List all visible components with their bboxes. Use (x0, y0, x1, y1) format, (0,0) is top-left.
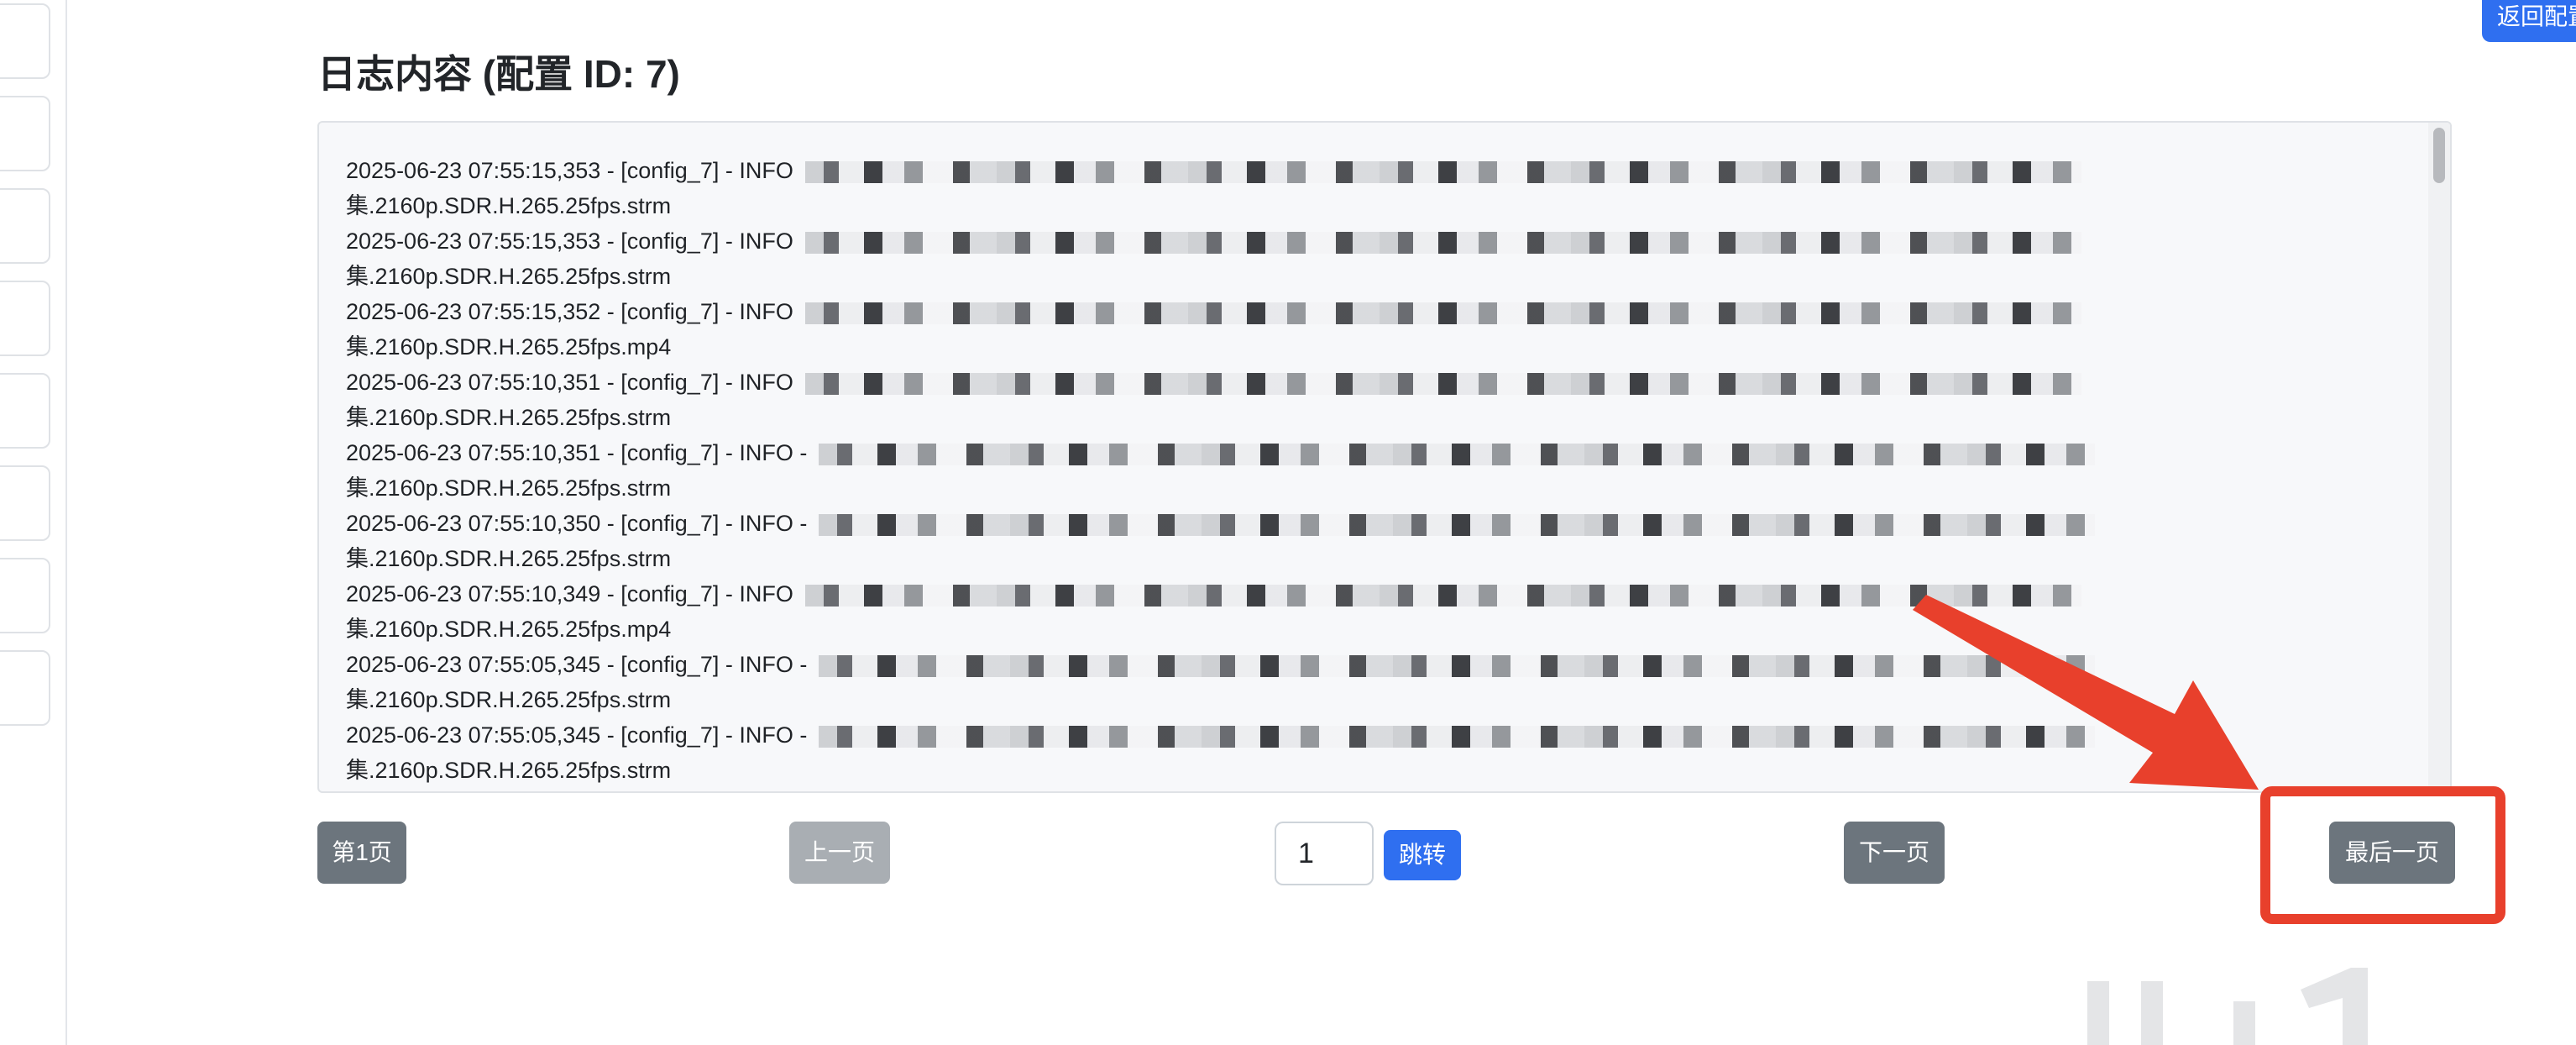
prev-page-button[interactable]: 上一页 (789, 822, 890, 884)
log-line: 2025-06-23 07:55:10,350 - [config_7] - I… (346, 506, 2411, 541)
redacted-content (804, 584, 2081, 607)
sidebar-item[interactable] (0, 465, 50, 541)
log-line-text: 2025-06-23 07:55:05,345 - [config_7] - I… (346, 722, 808, 748)
log-line-text: 2025-06-23 07:55:10,351 - [config_7] - I… (346, 440, 808, 465)
annotation-highlight-box (2260, 786, 2505, 924)
redacted-content (804, 372, 2081, 395)
back-to-config-button[interactable]: 返回配置 (2482, 0, 2576, 42)
log-line-text: 2025-06-23 07:55:10,350 - [config_7] - I… (346, 511, 808, 536)
log-line: 集.2160p.SDR.H.265.25fps.strm (346, 188, 2411, 223)
log-line: 集.2160p.SDR.H.265.25fps.strm (346, 400, 2411, 435)
log-line-text: 集.2160p.SDR.H.265.25fps.strm (346, 405, 672, 430)
sidebar-item[interactable] (0, 3, 50, 79)
log-line-text: 集.2160p.SDR.H.265.25fps.strm (346, 758, 672, 783)
log-line-text: 集.2160p.SDR.H.265.25fps.strm (346, 475, 672, 501)
watermark-decoration (2087, 968, 2368, 1045)
log-line-text: 集.2160p.SDR.H.265.25fps.strm (346, 687, 672, 712)
redacted-content (804, 231, 2081, 254)
sidebar-item[interactable] (0, 650, 50, 726)
sidebar-item[interactable] (0, 96, 50, 171)
log-line-text: 2025-06-23 07:55:15,353 - [config_7] - I… (346, 228, 793, 254)
log-scrollbar[interactable] (2428, 123, 2450, 791)
page-title: 日志内容 (配置 ID: 7) (317, 52, 680, 96)
log-line-text: 2025-06-23 07:55:10,351 - [config_7] - I… (346, 370, 793, 395)
log-line: 集.2160p.SDR.H.265.25fps.strm (346, 259, 2411, 294)
scrollbar-thumb[interactable] (2433, 128, 2445, 183)
redacted-content (819, 513, 2096, 536)
redacted-content (804, 160, 2081, 183)
log-line-text: 集.2160p.SDR.H.265.25fps.strm (346, 264, 672, 289)
first-page-button[interactable]: 第1页 (317, 822, 406, 884)
log-line: 2025-06-23 07:55:10,351 - [config_7] - I… (346, 435, 2411, 470)
annotation-arrow-icon (1913, 595, 2259, 790)
sidebar-item[interactable] (0, 373, 50, 449)
log-line: 集.2160p.SDR.H.265.25fps.strm (346, 541, 2411, 576)
log-line: 2025-06-23 07:55:10,351 - [config_7] - I… (346, 365, 2411, 400)
log-line: 2025-06-23 07:55:15,353 - [config_7] - I… (346, 223, 2411, 259)
log-line: 2025-06-23 07:55:15,353 - [config_7] - I… (346, 153, 2411, 188)
log-line-text: 2025-06-23 07:55:05,345 - [config_7] - I… (346, 652, 808, 677)
sidebar (0, 0, 67, 1045)
sidebar-item[interactable] (0, 558, 50, 633)
log-line-text: 集.2160p.SDR.H.265.25fps.mp4 (346, 334, 672, 360)
log-line: 2025-06-23 07:55:15,352 - [config_7] - I… (346, 294, 2411, 329)
log-line-text: 2025-06-23 07:55:10,349 - [config_7] - I… (346, 581, 793, 607)
log-line-text: 2025-06-23 07:55:15,352 - [config_7] - I… (346, 299, 793, 324)
log-line-text: 集.2160p.SDR.H.265.25fps.strm (346, 193, 672, 218)
log-line: 集.2160p.SDR.H.265.25fps.mp4 (346, 329, 2411, 365)
jump-button[interactable]: 跳转 (1384, 830, 1461, 880)
redacted-content (819, 443, 2096, 465)
page-number-input[interactable]: 1 (1275, 822, 1374, 885)
redacted-content (804, 302, 2081, 324)
log-line: 集.2160p.SDR.H.265.25fps.strm (346, 470, 2411, 506)
sidebar-item[interactable] (0, 188, 50, 264)
log-line-text: 集.2160p.SDR.H.265.25fps.strm (346, 546, 672, 571)
log-line-text: 2025-06-23 07:55:15,353 - [config_7] - I… (346, 158, 793, 183)
next-page-button[interactable]: 下一页 (1844, 822, 1945, 884)
log-line-text: 集.2160p.SDR.H.265.25fps.mp4 (346, 617, 672, 642)
sidebar-item[interactable] (0, 281, 50, 356)
